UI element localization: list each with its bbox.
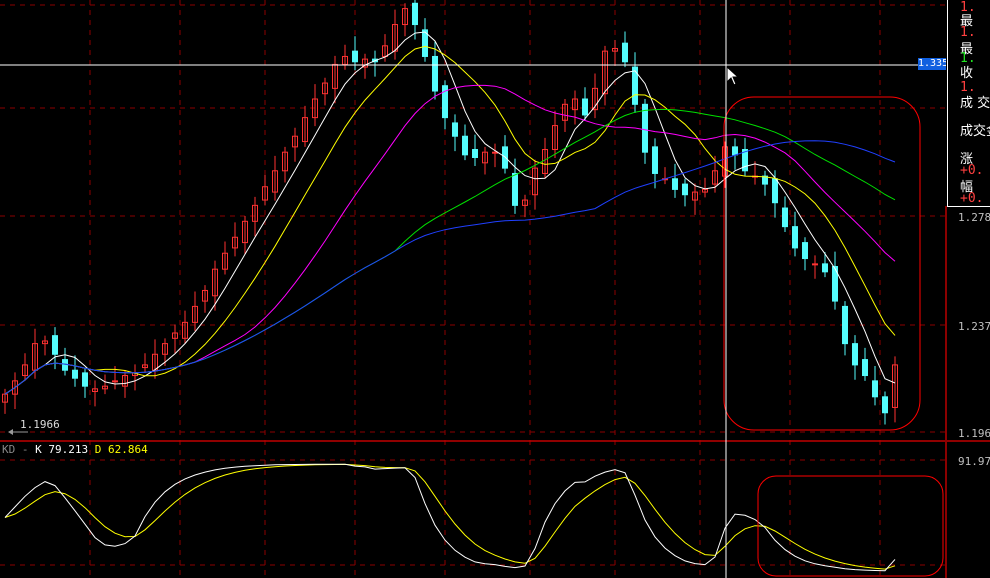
candle-body (672, 178, 678, 190)
kd-legend: KD - K 79.213 D 62.864 (2, 443, 148, 456)
ma-line-10 (4, 45, 896, 395)
price-tick: 1.237 (958, 320, 990, 333)
candle-body (82, 372, 88, 387)
quote-label: 成交金 (960, 124, 990, 139)
kd-name: KD (2, 443, 16, 456)
ma-line-60 (4, 140, 896, 395)
candle-body (852, 343, 858, 366)
quote-panel: 1.最1.最1.收1.成 交成交金涨+0.幅+0. (947, 0, 990, 207)
quote-label: 成 交 (960, 96, 990, 111)
d-value: 62.864 (108, 443, 148, 456)
k-value: 79.213 (48, 443, 89, 456)
candle-body (842, 305, 848, 345)
quote-label: 收 (960, 66, 974, 81)
candle-body (492, 151, 498, 154)
candle-body (652, 146, 658, 174)
candle-body (72, 369, 78, 379)
candle-body (642, 103, 648, 153)
ma-line-40 (4, 108, 896, 395)
ma-line-20 (4, 84, 896, 395)
candle-body (432, 55, 438, 92)
price-tick: 1.278 (958, 211, 990, 224)
candle-body (822, 263, 828, 273)
crosshair-price-label: 1.3354 (918, 58, 946, 70)
highlight-box (757, 475, 944, 577)
candle-body (862, 359, 868, 377)
candle-body (52, 335, 58, 355)
candle-body (782, 207, 788, 228)
candle-body (462, 135, 468, 156)
candle-body (472, 149, 478, 159)
candle-body (882, 396, 888, 414)
candle-body (582, 98, 588, 116)
low-price-label: 1.1966 (20, 418, 60, 431)
d-label: D (94, 443, 102, 456)
candle-body (802, 242, 808, 260)
quote-value: +0. (960, 191, 984, 206)
candle-body (682, 183, 688, 196)
candle-body (352, 50, 358, 63)
k-label: K (35, 443, 42, 456)
candle-body (812, 263, 818, 266)
low-arrow-head-icon (8, 429, 13, 435)
candle-body (872, 380, 878, 398)
d-line (4, 463, 896, 570)
mouse-cursor-icon (726, 65, 740, 86)
candle-body (112, 380, 118, 383)
kd-tick: 91.97 (958, 455, 990, 468)
candle-body (732, 146, 738, 156)
ma-line-5 (4, 31, 896, 395)
candlestick-chart[interactable] (0, 0, 990, 578)
candle-body (452, 122, 458, 137)
candle-body (512, 172, 518, 206)
candle-body (622, 42, 628, 63)
kd-sep: - (21, 443, 29, 456)
price-tick: 1.196 (958, 427, 990, 440)
candle-body (772, 178, 778, 204)
candle-body (412, 2, 418, 26)
candle-body (792, 226, 798, 249)
